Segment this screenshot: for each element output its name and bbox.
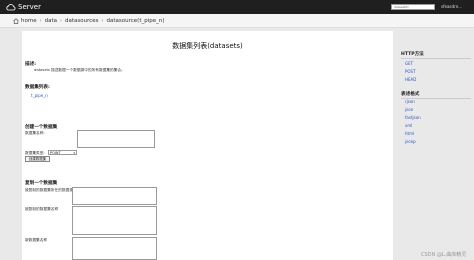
top-bar: Server datasetID sfeasdrn... [0,0,474,14]
formats-heading: 表述格式 [401,91,471,99]
http-methods-heading: HTTP方法 [401,51,471,59]
app-name: Server [18,3,41,11]
home-icon [13,17,19,24]
dataset-link-t-pipe-n[interactable]: t_pipe_n [31,93,48,98]
create-dataset-button[interactable]: 创建数据集 [25,156,50,162]
new-dataset-name-input[interactable] [72,237,157,260]
format-jsonp[interactable]: jsonp [405,139,416,144]
search-input[interactable]: datasetID [391,4,435,10]
breadcrumb-separator-icon: › [39,17,42,24]
source-dataset-input[interactable] [72,206,157,235]
source-datasource-label: 被复制的数据集所在的数据源名 [25,188,77,192]
format-json[interactable]: json [405,107,413,112]
source-datasource-input[interactable] [72,187,157,205]
breadcrumb-separator-icon: › [101,17,104,24]
format-html[interactable]: html [405,131,414,136]
method-head[interactable]: HEAD [405,77,416,82]
new-dataset-name-label: 新数据集名称 [25,238,48,242]
description-text: datasets 描述数据一个数据源中的所有数据集的集合。 [34,68,125,72]
cloud-logo-icon [6,3,16,11]
format-fastjson[interactable]: fastjson [405,115,421,120]
sidebar: HTTP方法 GET POST HEAD 表述格式 rjson json fas… [401,31,474,260]
breadcrumb-separator-icon: › [59,17,62,24]
breadcrumb-home[interactable]: home [21,18,37,24]
copy-dataset-heading: 复制一个数据集 [25,181,58,186]
logo[interactable]: Server [6,2,41,12]
dataset-type-value: POINT [50,151,61,155]
dataset-list-heading: 数据集列表: [25,85,50,90]
format-xml[interactable]: xml [405,123,412,128]
source-dataset-label: 被复制的数据集名称 [25,207,59,211]
method-get[interactable]: GET [405,61,413,66]
breadcrumb-datasource[interactable]: datasource(t_pipe_n) [107,18,165,24]
chevron-down-icon: ▾ [73,151,75,155]
user-menu[interactable]: sfeasdrn... [441,4,462,9]
breadcrumb-datasources[interactable]: datasources [65,18,99,24]
format-rjson[interactable]: rjson [405,99,415,104]
main-content: 数据集列表(datasets) 描述: datasets 描述数据一个数据源中的… [22,31,393,260]
description-heading: 描述: [25,62,37,67]
dataset-name-label: 数据集名称: [25,131,45,135]
breadcrumb-data[interactable]: data [45,18,57,24]
dataset-name-input[interactable] [77,130,155,148]
create-dataset-heading: 创建一个数据集 [25,125,58,130]
watermark: CSDN @L.曲库精灵 [421,252,467,258]
breadcrumb: home › data › datasources › datasource(t… [0,14,474,28]
method-post[interactable]: POST [405,69,416,74]
dataset-type-select[interactable]: POINT ▾ [48,150,77,155]
page-title: 数据集列表(datasets) [172,42,243,50]
